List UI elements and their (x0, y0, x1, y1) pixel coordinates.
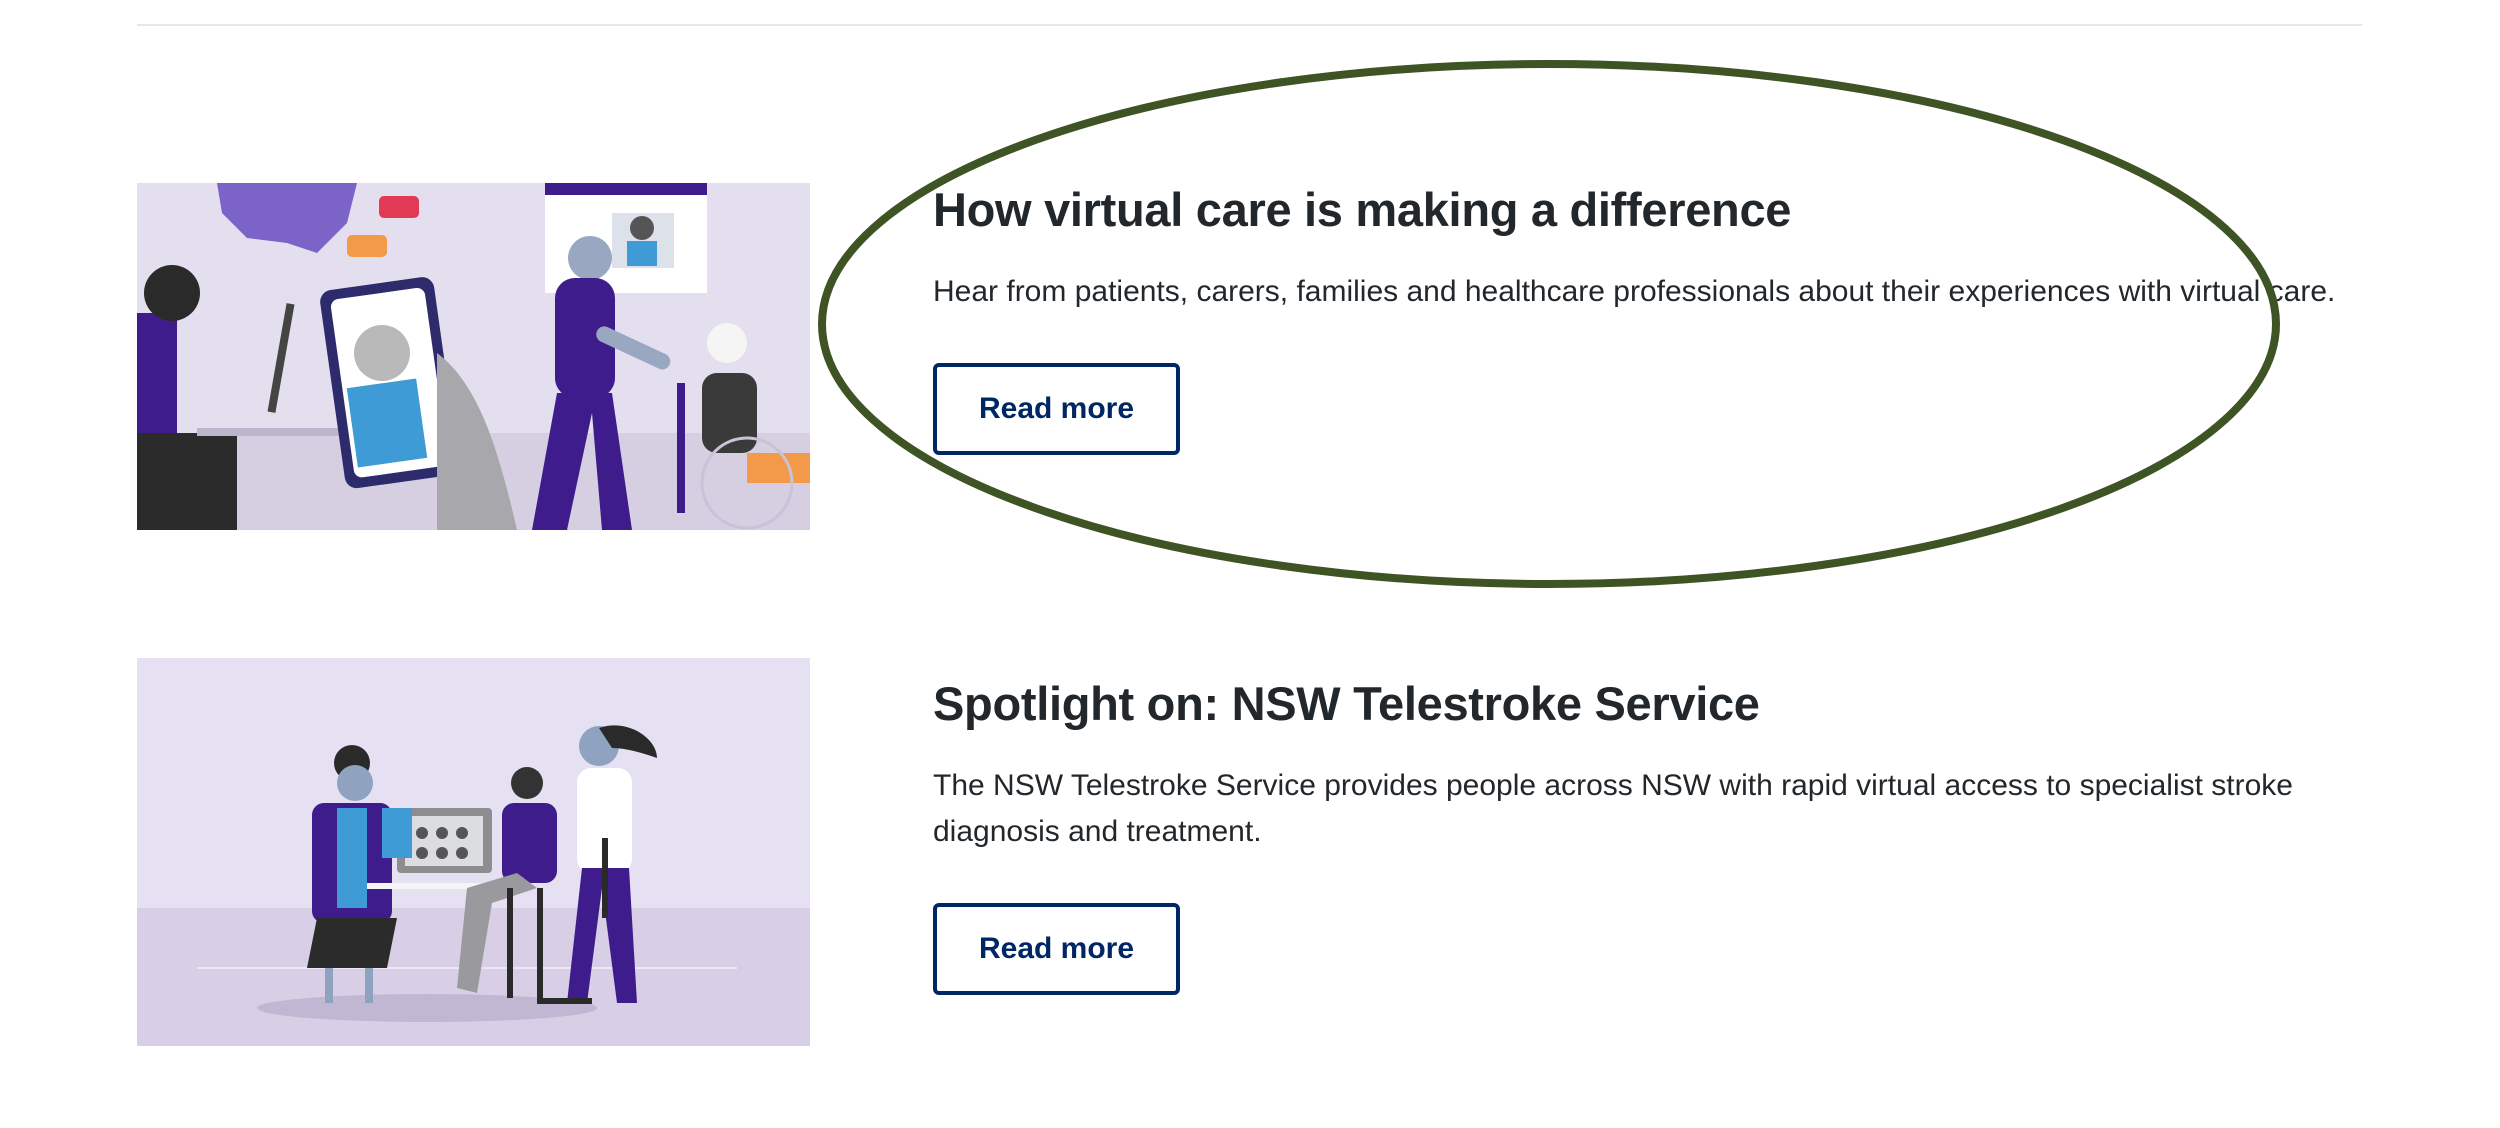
read-more-button[interactable]: Read more (933, 903, 1180, 995)
article-text: How virtual care is making a difference … (933, 183, 2413, 455)
article-text: Spotlight on: NSW Telestroke Service The… (933, 658, 2413, 995)
article-description: The NSW Telestroke Service provides peop… (933, 769, 2293, 848)
virtual-care-illustration (137, 183, 810, 530)
article-title: Spotlight on: NSW Telestroke Service (933, 677, 1760, 730)
top-divider (137, 24, 2362, 26)
article-description: Hear from patients, carers, families and… (933, 275, 2336, 308)
article-title: How virtual care is making a difference (933, 183, 1792, 236)
read-more-button[interactable]: Read more (933, 363, 1180, 455)
telestroke-team-illustration (137, 658, 810, 1046)
